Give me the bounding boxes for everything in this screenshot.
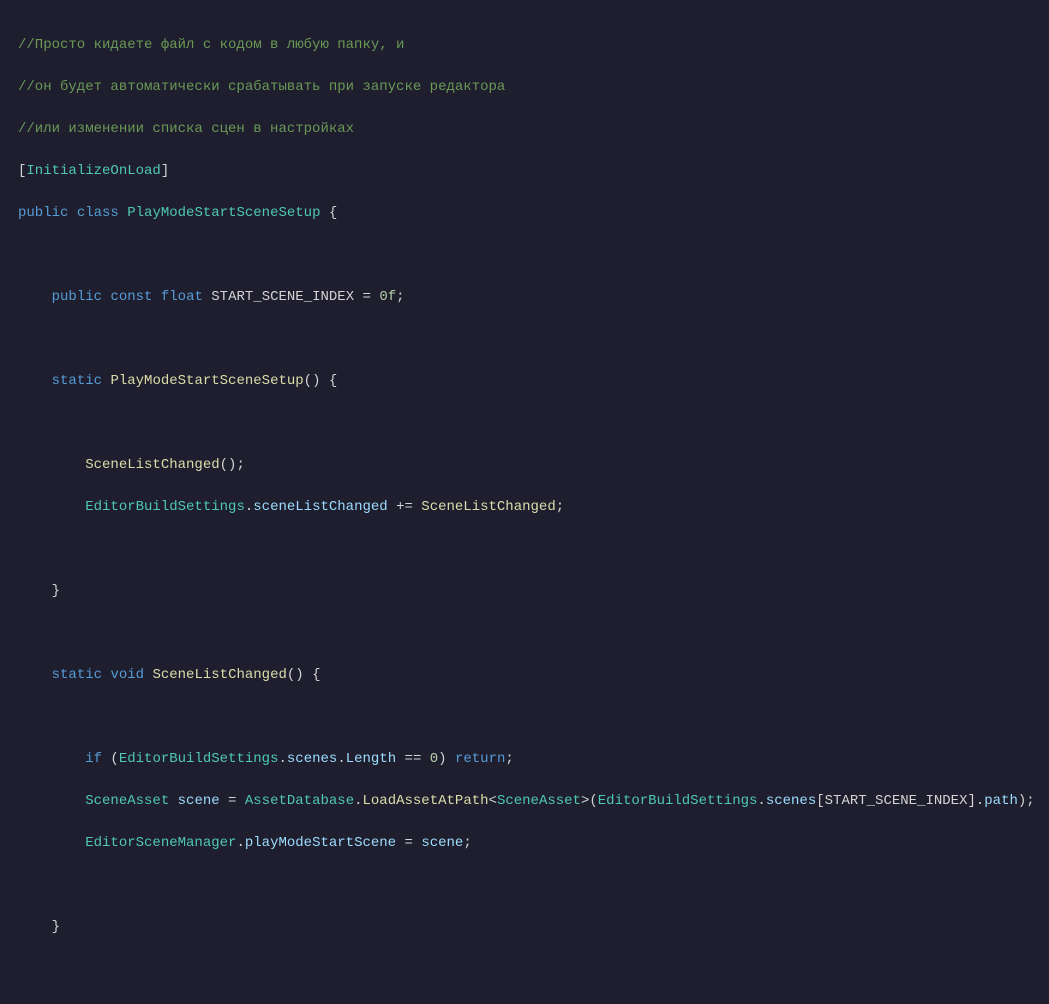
- code-line-empty: [18, 875, 1049, 896]
- variable: scene: [178, 793, 220, 809]
- number-literal: 0f: [379, 289, 396, 305]
- property: sceneListChanged: [253, 499, 387, 515]
- attribute-name: InitializeOnLoad: [26, 163, 160, 179]
- operator: =: [220, 793, 245, 809]
- operator: ==: [396, 751, 430, 767]
- keyword-return: return: [455, 751, 505, 767]
- property: scenes: [287, 751, 337, 767]
- keyword-public: public: [52, 289, 102, 305]
- code-line: SceneAsset scene = AssetDatabase.LoadAss…: [18, 791, 1049, 812]
- method-call: LoadAssetAtPath: [363, 793, 489, 809]
- code-line-empty: [18, 623, 1049, 644]
- brace: {: [304, 667, 321, 683]
- paren: ): [438, 751, 455, 767]
- keyword-static: static: [52, 667, 102, 683]
- code-line: }: [18, 917, 1049, 938]
- type-ref: AssetDatabase: [245, 793, 354, 809]
- bracket: ]: [967, 793, 975, 809]
- code-line: static PlayModeStartSceneSetup() {: [18, 371, 1049, 392]
- code-line-empty: [18, 707, 1049, 728]
- code-line-empty: [18, 413, 1049, 434]
- code-line: if (EditorBuildSettings.scenes.Length ==…: [18, 749, 1049, 770]
- code-line: //он будет автоматически срабатывать при…: [18, 77, 1049, 98]
- code-line: static void SceneListChanged() {: [18, 665, 1049, 686]
- semicolon: ;: [1026, 793, 1034, 809]
- operator: =: [354, 289, 379, 305]
- code-line: EditorSceneManager.playModeStartScene = …: [18, 833, 1049, 854]
- property: scenes: [766, 793, 816, 809]
- comment: //или изменении списка сцен в настройках: [18, 121, 354, 137]
- brace: {: [320, 373, 337, 389]
- paren: (: [102, 751, 119, 767]
- code-line: SceneListChanged();: [18, 455, 1049, 476]
- type-ref: SceneAsset: [85, 793, 169, 809]
- keyword-class: class: [77, 205, 119, 221]
- code-line-empty: [18, 539, 1049, 560]
- type-ref: EditorBuildSettings: [85, 499, 245, 515]
- keyword-static: static: [52, 373, 102, 389]
- semicolon: ;: [505, 751, 513, 767]
- code-editor-content[interactable]: //Просто кидаете файл с кодом в любую па…: [18, 14, 1049, 1004]
- code-line: [InitializeOnLoad]: [18, 161, 1049, 182]
- const-ref: START_SCENE_INDEX: [825, 793, 968, 809]
- brace: }: [52, 919, 60, 935]
- comment: //Просто кидаете файл с кодом в любую па…: [18, 37, 404, 53]
- method-ref: SceneListChanged: [421, 499, 555, 515]
- keyword-void: void: [110, 667, 144, 683]
- number-literal: 0: [430, 751, 438, 767]
- code-line-empty: [18, 245, 1049, 266]
- code-line: public class PlayModeStartSceneSetup {: [18, 203, 1049, 224]
- keyword-public: public: [18, 205, 68, 221]
- code-line: }: [18, 1001, 1049, 1004]
- paren: (: [589, 793, 597, 809]
- bracket: ]: [161, 163, 169, 179]
- keyword-const: const: [110, 289, 152, 305]
- semicolon: ;: [463, 835, 471, 851]
- property: Length: [346, 751, 396, 767]
- code-line-empty: [18, 959, 1049, 980]
- semicolon: ;: [396, 289, 404, 305]
- method-name: SceneListChanged: [152, 667, 286, 683]
- code-line-empty: [18, 329, 1049, 350]
- parens: (): [287, 667, 304, 683]
- type-ref: EditorSceneManager: [85, 835, 236, 851]
- comment: //он будет автоматически срабатывать при…: [18, 79, 505, 95]
- class-name: PlayModeStartSceneSetup: [127, 205, 320, 221]
- type-ref: EditorBuildSettings: [119, 751, 279, 767]
- code-line: EditorBuildSettings.sceneListChanged += …: [18, 497, 1049, 518]
- code-line: //или изменении списка сцен в настройках: [18, 119, 1049, 140]
- brace: }: [52, 583, 60, 599]
- semicolon: ;: [556, 499, 564, 515]
- operator: =: [396, 835, 421, 851]
- type-ref: EditorBuildSettings: [598, 793, 758, 809]
- code-line: public const float START_SCENE_INDEX = 0…: [18, 287, 1049, 308]
- keyword-if: if: [85, 751, 102, 767]
- bracket: [: [816, 793, 824, 809]
- parens: (): [220, 457, 237, 473]
- angle-bracket: <: [489, 793, 497, 809]
- property: path: [984, 793, 1018, 809]
- type-arg: SceneAsset: [497, 793, 581, 809]
- code-line: //Просто кидаете файл с кодом в любую па…: [18, 35, 1049, 56]
- keyword-float: float: [161, 289, 203, 305]
- semicolon: ;: [236, 457, 244, 473]
- property: playModeStartScene: [245, 835, 396, 851]
- parens: (): [304, 373, 321, 389]
- operator: +=: [388, 499, 422, 515]
- constructor-name: PlayModeStartSceneSetup: [110, 373, 303, 389]
- method-call: SceneListChanged: [85, 457, 219, 473]
- variable: scene: [421, 835, 463, 851]
- code-line: }: [18, 581, 1049, 602]
- angle-bracket: >: [581, 793, 589, 809]
- brace: }: [18, 1003, 26, 1004]
- const-field: START_SCENE_INDEX: [211, 289, 354, 305]
- paren: ): [1018, 793, 1026, 809]
- brace: {: [320, 205, 337, 221]
